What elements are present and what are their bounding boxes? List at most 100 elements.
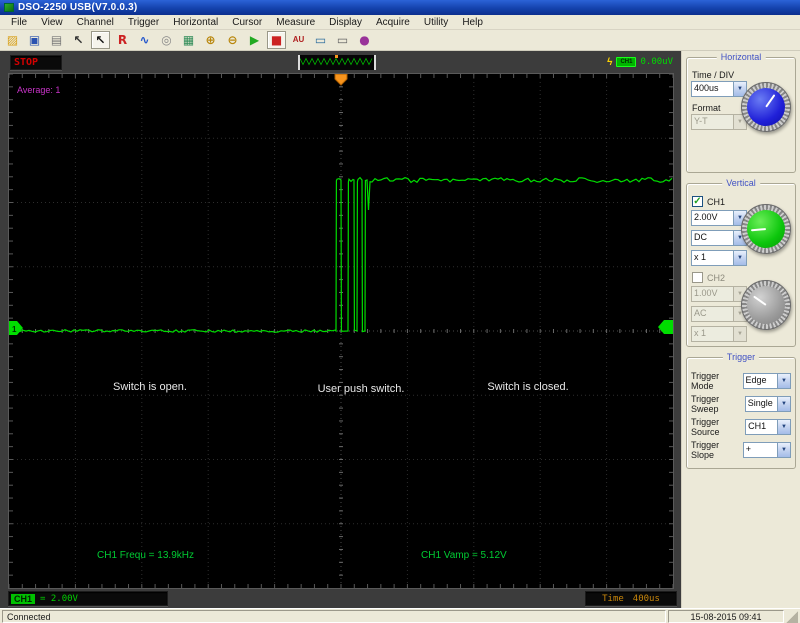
datetime-status: 15-08-2015 09:41 bbox=[668, 610, 784, 623]
scope-header: STOP ϟ CH1 0.00uV bbox=[0, 51, 681, 73]
chevron-down-icon[interactable]: ▼ bbox=[777, 374, 790, 388]
cursor-select-icon: ↖ bbox=[73, 33, 84, 47]
menu-item-help[interactable]: Help bbox=[455, 16, 490, 29]
cursor-select-button[interactable]: ↖ bbox=[69, 31, 88, 49]
chevron-down-icon: ▼ bbox=[733, 327, 746, 341]
trigger-bolt-icon: ϟ bbox=[607, 56, 613, 68]
ch2-coupling-select: AC ▼ bbox=[691, 306, 747, 322]
timebase-readout: Time 400us bbox=[585, 591, 677, 606]
waveform-preview[interactable] bbox=[298, 54, 376, 70]
start-button[interactable]: ▶ bbox=[245, 31, 264, 49]
pan-button[interactable]: ◎ bbox=[157, 31, 176, 49]
stop-button[interactable]: ■ bbox=[267, 31, 286, 49]
menu-item-utility[interactable]: Utility bbox=[417, 16, 455, 29]
chevron-down-icon[interactable]: ▼ bbox=[777, 420, 790, 434]
stop-icon: ■ bbox=[270, 33, 283, 47]
about-icon: ● bbox=[359, 33, 370, 47]
trigger-row-label: Trigger Sweep bbox=[691, 394, 720, 414]
title-bar[interactable]: DSO-2250 USB(V7.0.0.3) bbox=[0, 0, 800, 15]
ch1-volts-per-div: = 2.00V bbox=[40, 593, 78, 604]
ch1-position-knob[interactable] bbox=[741, 204, 791, 254]
menu-item-horizontal[interactable]: Horizontal bbox=[166, 16, 225, 29]
trigger-group-title: Trigger bbox=[722, 352, 760, 362]
horizontal-group: Horizontal Time / DIV 400us ▼ Format Y-T… bbox=[686, 52, 796, 173]
ch2-checkbox-label: CH2 bbox=[707, 272, 726, 283]
resize-grip[interactable] bbox=[786, 610, 798, 623]
ch1-vamp-readout: CH1 Vamp = 5.12V bbox=[421, 550, 507, 561]
chevron-down-icon[interactable]: ▼ bbox=[777, 397, 790, 411]
chevron-down-icon[interactable]: ▼ bbox=[777, 443, 790, 457]
trigger-source-select[interactable]: CH1 ▼ bbox=[745, 419, 791, 435]
menu-item-cursor[interactable]: Cursor bbox=[225, 16, 269, 29]
fft-button[interactable]: ∿ bbox=[135, 31, 154, 49]
trigger-level-value: 0.00uV bbox=[640, 57, 673, 67]
trigger-row-0: Trigger Mode Edge ▼ bbox=[691, 371, 791, 391]
open-file-icon: ▨ bbox=[6, 33, 19, 47]
zoom-in-icon: ⊕ bbox=[205, 33, 216, 47]
chevron-down-icon[interactable]: ▼ bbox=[733, 251, 746, 265]
ch1-scale-readout: CH1 = 2.00V bbox=[8, 591, 168, 606]
trigger-position-marker[interactable] bbox=[334, 73, 348, 86]
ch1-probe-select[interactable]: x 1 ▼ bbox=[691, 250, 747, 266]
ch1-checkbox[interactable]: ✓ bbox=[692, 196, 703, 207]
trigger-row-1: Trigger Sweep Single ▼ bbox=[691, 394, 791, 414]
autoset-button[interactable]: AU bbox=[289, 31, 308, 49]
save-button[interactable]: ▣ bbox=[25, 31, 44, 49]
ch2-position-knob[interactable] bbox=[741, 280, 791, 330]
ch2-checkbox[interactable] bbox=[692, 272, 703, 283]
menu-item-display[interactable]: Display bbox=[322, 16, 369, 29]
ch1-coupling-select[interactable]: DC ▼ bbox=[691, 230, 747, 246]
pointer-icon: ↖ bbox=[95, 33, 106, 47]
ch1-trace bbox=[10, 176, 673, 333]
annotation-user-push: User push switch. bbox=[318, 383, 405, 395]
capture-button[interactable]: ▦ bbox=[179, 31, 198, 49]
time-div-label: Time / DIV bbox=[692, 70, 735, 80]
horizontal-group-title: Horizontal bbox=[716, 52, 766, 62]
horizontal-knob[interactable] bbox=[741, 82, 791, 132]
time-label: Time bbox=[602, 593, 624, 604]
display-window-button[interactable]: ▭ bbox=[311, 31, 330, 49]
menu-item-file[interactable]: File bbox=[4, 16, 34, 29]
trigger-row-label: Trigger Mode bbox=[691, 371, 720, 391]
zoom-in-button[interactable]: ⊕ bbox=[201, 31, 220, 49]
trigger-readout: ϟ CH1 0.00uV bbox=[607, 57, 673, 68]
menu-item-acquire[interactable]: Acquire bbox=[369, 16, 417, 29]
ch2-volt-select: 1.00V ▼ bbox=[691, 286, 747, 302]
zoom-out-button[interactable]: ⊖ bbox=[223, 31, 242, 49]
annotation-switch-open: Switch is open. bbox=[113, 381, 187, 393]
menu-item-measure[interactable]: Measure bbox=[269, 16, 322, 29]
trigger-source-badge: CH1 bbox=[616, 57, 637, 67]
pointer-button[interactable]: ↖ bbox=[91, 31, 110, 49]
trigger-mode-select[interactable]: Edge ▼ bbox=[742, 373, 791, 389]
connection-status: Connected bbox=[2, 610, 666, 623]
control-panel: Horizontal Time / DIV 400us ▼ Format Y-T… bbox=[681, 51, 800, 608]
vertical-group: Vertical ✓ CH1 2.00V ▼ DC ▼ x 1 ▼ CH2 1.… bbox=[686, 178, 796, 347]
panel-window-icon: ▭ bbox=[336, 33, 349, 47]
trigger-row-3: Trigger Slope + ▼ bbox=[691, 440, 791, 460]
zoom-out-icon: ⊖ bbox=[227, 33, 238, 47]
menu-item-trigger[interactable]: Trigger bbox=[121, 16, 166, 29]
display-window-icon: ▭ bbox=[314, 33, 327, 47]
trigger-sweep-select[interactable]: Single ▼ bbox=[744, 396, 791, 412]
time-div-select[interactable]: 400us ▼ bbox=[691, 81, 747, 97]
open-file-button[interactable]: ▨ bbox=[3, 31, 22, 49]
trigger-level-marker[interactable] bbox=[658, 320, 673, 334]
ch1-volt-select[interactable]: 2.00V ▼ bbox=[691, 210, 747, 226]
ch1-badge: CH1 bbox=[11, 593, 36, 604]
run-state-text: STOP bbox=[14, 56, 39, 68]
panel-window-button[interactable]: ▭ bbox=[333, 31, 352, 49]
ch2-probe-select: x 1 ▼ bbox=[691, 326, 747, 342]
scope-display[interactable]: 1 Average: 1 Switch is open. User push s… bbox=[8, 73, 674, 589]
trigger-slope-select[interactable]: + ▼ bbox=[742, 442, 791, 458]
print-button[interactable]: ▤ bbox=[47, 31, 66, 49]
app-window: DSO-2250 USB(V7.0.0.3) File View Channel Tr… bbox=[0, 0, 800, 623]
time-value: 400us bbox=[632, 593, 660, 604]
run-state-indicator: STOP bbox=[10, 54, 62, 70]
toolbar: ▨ ▣ ▤ ↖ ↖ R ∿ ◎ ▦ ⊕ ⊖ ▶ ■ AU ▭ ▭ ● bbox=[0, 30, 800, 51]
about-button[interactable]: ● bbox=[355, 31, 374, 49]
ch1-marker-label: 1 bbox=[12, 325, 17, 334]
menu-item-view[interactable]: View bbox=[34, 16, 70, 29]
refresh-button[interactable]: R bbox=[113, 31, 132, 49]
menu-item-channel[interactable]: Channel bbox=[70, 16, 121, 29]
format-select: Y-T ▼ bbox=[691, 114, 747, 130]
